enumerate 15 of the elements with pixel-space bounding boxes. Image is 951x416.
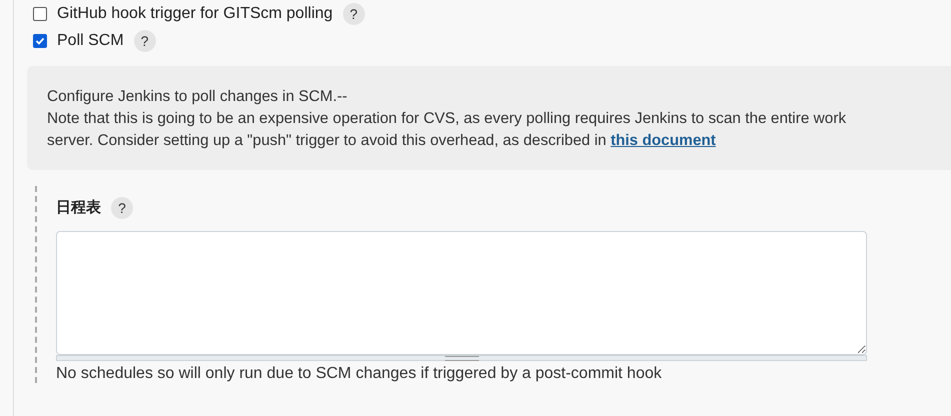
checkbox[interactable] [33,34,47,48]
help-button[interactable]: ? [111,196,133,218]
schedule-input[interactable] [56,231,867,355]
checkbox-label[interactable]: Poll SCM [57,32,124,50]
document-link[interactable]: this document [610,132,716,149]
help-button[interactable]: ? [342,2,365,24]
help-text: server. Consider setting up a "push" trigger to avoid this overhead, as described in this document [47,131,717,151]
help-text: Note that this is going to be an expensive operation for CVS, as every polling requires Jenkins to scan the entire work [47,109,848,129]
hint-text: No schedules so will only run due to SCM changes if triggered by a post-commit hook [56,365,663,383]
help-text: Configure Jenkins to poll changes in SCM.-- [47,87,348,107]
checkbox-label[interactable]: GitHub hook trigger for GITScm polling [57,4,333,22]
field-label: 日程表 [56,198,101,217]
help-button[interactable]: ? [134,30,156,52]
resize-handle[interactable] [56,355,867,361]
checkbox[interactable] [33,6,47,20]
